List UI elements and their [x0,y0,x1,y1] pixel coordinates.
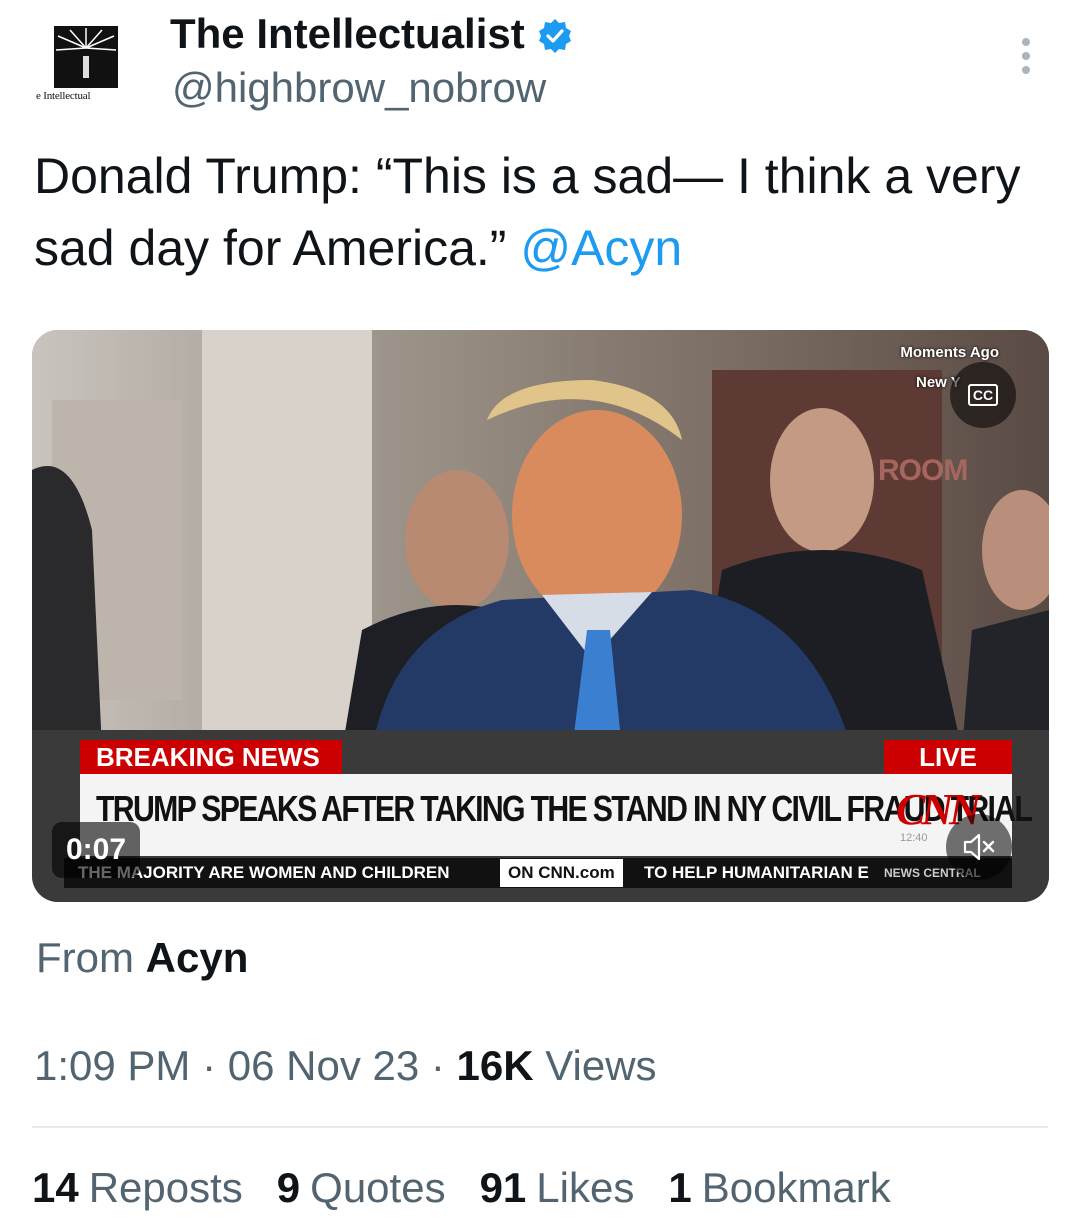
breaking-news-label: BREAKING NEWS [80,740,342,774]
likes-label: Likes [536,1164,635,1211]
tweet-time[interactable]: 1:09 PM [34,1042,190,1089]
video-timestamp: 0:07 [52,822,141,878]
video-attribution: From Acyn [36,934,248,982]
avatar-image [54,26,118,88]
from-label: From [36,934,134,981]
bookmarks-count: 1 [668,1164,692,1211]
likes-count: 91 [479,1164,527,1211]
room-sign: ROOM [878,454,968,487]
muted-speaker-icon [963,833,995,861]
tweet-text: Donald Trump: “This is a sad— I think a … [34,140,1044,284]
likes-stat[interactable]: 91 Likes [480,1164,635,1212]
reposts-label: Reposts [88,1164,243,1211]
avatar-caption: e Intellectual [36,90,91,102]
cc-icon: CC [967,384,999,406]
mention-link[interactable]: @Acyn [520,220,682,276]
verified-badge-icon [537,16,573,53]
quotes-label: Quotes [310,1164,446,1211]
live-label: LIVE [884,740,1012,774]
engagement-stats: 14 Reposts 9 Quotes 91 Likes 1 Bookmark [32,1164,891,1212]
author-handle[interactable]: @highbrow_nobrow [172,64,546,112]
divider [32,1126,1048,1128]
meta-separator: · [430,1042,457,1089]
author-display-name[interactable]: The Intellectualist [170,10,573,58]
bookmarks-label: Bookmark [701,1164,891,1211]
display-name-text: The Intellectualist [170,10,525,57]
attribution-source[interactable]: Acyn [146,934,249,981]
ticker-oncnn: ON CNN.com [500,859,623,887]
bookmarks-stat[interactable]: 1 Bookmark [668,1164,890,1212]
views-count: 16K [456,1042,534,1089]
chyron-time: 12:40 [900,832,928,844]
chyron-headline: TRUMP SPEAKS AFTER TAKING THE STAND IN N… [96,788,1033,829]
tweet-meta: 1:09 PM · 06 Nov 23 · 16K Views [34,1042,657,1090]
tweet-date[interactable]: 06 Nov 23 [228,1042,419,1089]
reposts-stat[interactable]: 14 Reposts [32,1164,243,1212]
captions-button[interactable]: CC [950,362,1016,428]
quotes-count: 9 [276,1164,301,1211]
meta-separator: · [202,1042,228,1089]
news-ticker: THE MAJORITY ARE WOMEN AND CHILDREN ON C… [64,858,1012,888]
moments-ago-tag: Moments Ago [900,344,999,361]
more-options-icon[interactable] [1012,34,1040,78]
ticker-text-right: TO HELP HUMANITARIAN E [644,863,869,882]
views-label: Views [545,1042,657,1089]
mute-button[interactable] [946,814,1012,880]
quotes-stat[interactable]: 9 Quotes [277,1164,446,1212]
author-avatar[interactable]: e Intellectual [36,22,148,114]
reposts-count: 14 [32,1164,79,1211]
